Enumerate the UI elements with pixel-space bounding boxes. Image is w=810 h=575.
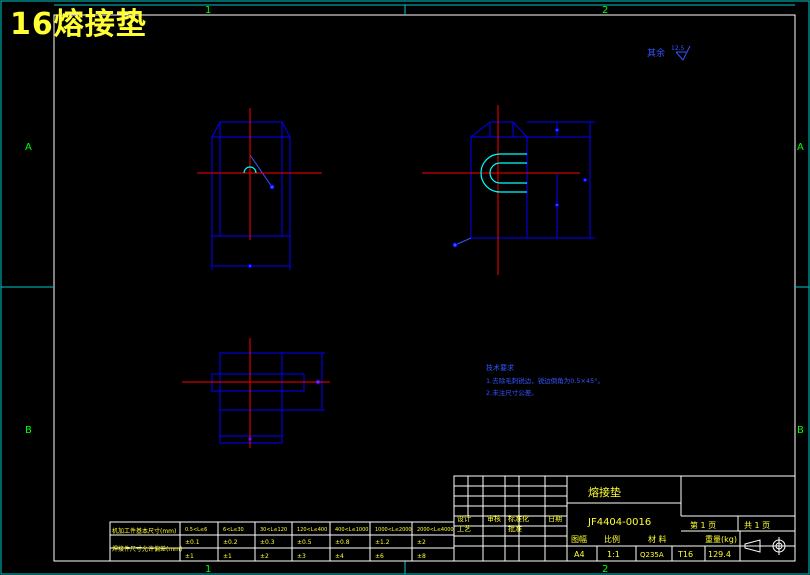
- tolerance-row2-cell-2: ±2: [260, 553, 269, 560]
- zone-label-col2: 2: [602, 5, 608, 16]
- tolerance-row1-cell-0: ±0.1: [185, 539, 200, 546]
- tolerance-header-6: 2000<L≤4000: [417, 527, 454, 533]
- tolerance-row2-cell-3: ±3: [297, 553, 306, 560]
- weight-value: 129.4: [708, 550, 731, 559]
- side-view: [452, 121, 595, 248]
- tolerance-row1-cell-6: ±2: [417, 539, 426, 546]
- tb-label-standard: 标准化: [508, 514, 529, 523]
- tolerance-row2-label: 焊接件尺寸允许偏差(mm): [112, 545, 182, 553]
- cad-drawing-canvas: 1 2 1 2 A B A B 其余 12.5 技术要求 1.去除毛刺锐边，锐边…: [0, 0, 810, 575]
- roughness-symbol: 其余 12.5: [647, 45, 691, 61]
- zone-label-col2-bottom: 2: [602, 564, 608, 575]
- sheet-total: 共 1 页: [744, 521, 770, 530]
- tech-requirements-line1: 1.去除毛刺锐边，锐边倒角为0.5×45°。: [486, 376, 604, 385]
- sheet-border: [0, 0, 810, 575]
- scale-value: 1:1: [607, 550, 620, 559]
- roughness-value: 12.5: [671, 45, 685, 52]
- material-label: 材 料: [648, 534, 667, 544]
- tech-requirements: 技术要求 1.去除毛刺锐边，锐边倒角为0.5×45°。 2.未注尺寸公差。: [486, 363, 604, 397]
- roughness-label: 其余: [647, 47, 665, 59]
- drawing-number: JF4404-0016: [587, 517, 651, 528]
- tolerance-row1-cell-2: ±0.3: [260, 539, 275, 546]
- tolerance-row1-cell-3: ±0.5: [297, 539, 312, 546]
- thickness-value: T16: [677, 550, 693, 559]
- tolerance-row1-cell-4: ±0.8: [335, 539, 350, 546]
- tolerance-row2-cell-0: ±1: [185, 553, 194, 560]
- tolerance-table: 机加工件基本尺寸(mm) 焊接件尺寸允许偏差(mm) 0.5<L≤6 6<L≤30…: [109, 521, 455, 562]
- tech-requirements-title: 技术要求: [486, 363, 514, 372]
- tb-label-approve: 批准: [508, 524, 522, 533]
- part-name: 熔接垫: [588, 485, 621, 499]
- tolerance-row2-cell-4: ±4: [335, 553, 344, 560]
- tolerance-row1-values: ±0.1 ±0.2 ±0.3 ±0.5 ±0.8 ±1.2 ±2: [185, 539, 426, 546]
- tb-label-process: 工艺: [457, 525, 471, 533]
- tolerance-header-2: 30<L≤120: [260, 527, 287, 533]
- zone-label-rowA-right: A: [797, 142, 804, 153]
- tolerance-row1-cell-5: ±1.2: [375, 539, 390, 546]
- zone-label-rowA: A: [25, 142, 32, 153]
- tolerance-row2-cell-5: ±6: [375, 553, 384, 560]
- top-view-center-lines: [182, 338, 330, 448]
- zone-label-col1-bottom: 1: [205, 564, 211, 575]
- overlay-title: 16熔接垫: [10, 7, 147, 42]
- tolerance-header-3: 120<L≤400: [297, 527, 327, 533]
- zone-label-rowB: B: [25, 425, 32, 436]
- weight-label: 重量(kg): [705, 534, 737, 544]
- tolerance-row2-cell-1: ±1: [223, 553, 232, 560]
- tolerance-header-5: 1000<L≤2000: [375, 527, 412, 533]
- top-view: [211, 352, 325, 444]
- tb-label-date: 日期: [548, 515, 562, 523]
- tolerance-row1-cell-1: ±0.2: [223, 539, 238, 546]
- material-value: Q235A: [640, 551, 664, 559]
- front-view-center-lines: [197, 108, 322, 240]
- drawing-frame: [53, 14, 796, 562]
- sheet-number: 第 1 页: [690, 520, 716, 530]
- tolerance-header-4: 400<L≤1000: [335, 527, 368, 533]
- zone-label-rowB-right: B: [797, 425, 804, 436]
- tolerance-header-1: 6<L≤30: [223, 527, 244, 533]
- tb-label-checker: 审核: [487, 514, 501, 523]
- tolerance-row2-values: ±1 ±1 ±2 ±3 ±4 ±6 ±8: [185, 553, 426, 560]
- tolerance-header-0: 0.5<L≤6: [185, 527, 207, 533]
- front-view: [211, 121, 291, 270]
- scale-label: 比例: [604, 534, 620, 544]
- tolerance-row2-cell-6: ±8: [417, 553, 426, 560]
- title-block-text: 设计 审核 标准化 日期 工艺 批准: [457, 514, 562, 533]
- zone-label-col1: 1: [205, 5, 211, 16]
- tech-requirements-line2: 2.未注尺寸公差。: [486, 388, 538, 397]
- tolerance-headers: 0.5<L≤6 6<L≤30 30<L≤120 120<L≤400 400<L≤1000…: [185, 527, 454, 533]
- format-label: 图幅: [571, 534, 587, 544]
- tolerance-row1-label: 机加工件基本尺寸(mm): [112, 527, 176, 535]
- format-value: A4: [574, 550, 585, 559]
- tb-label-designer: 设计: [457, 514, 471, 523]
